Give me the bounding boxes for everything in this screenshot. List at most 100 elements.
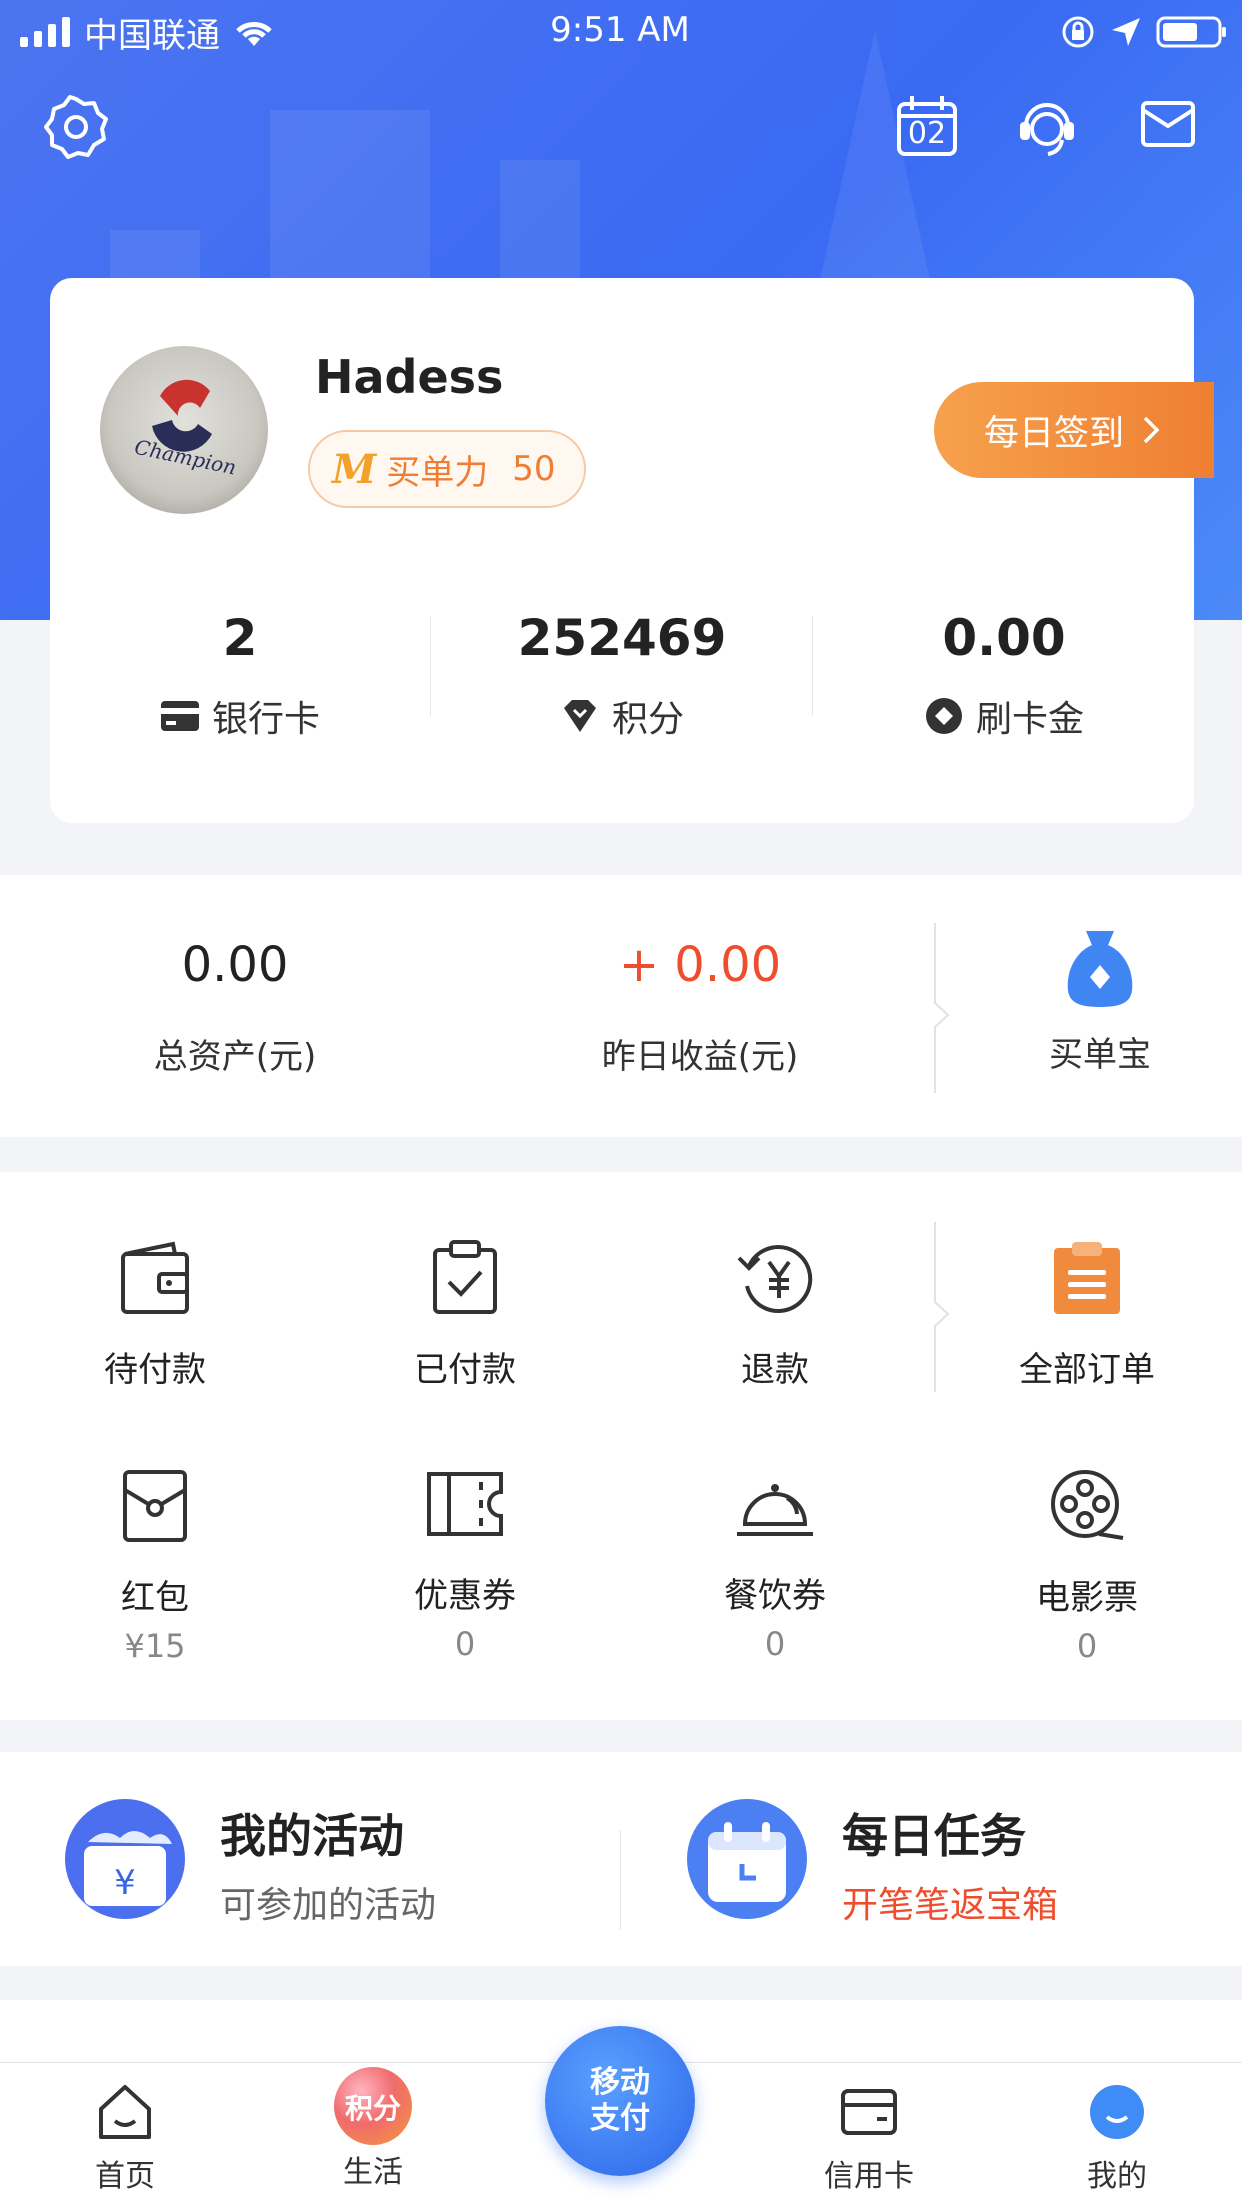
- grid-label: 红包: [121, 1578, 189, 1618]
- coupons[interactable]: 优惠券 0: [310, 1468, 620, 1663]
- grid-sub: 0: [764, 1625, 786, 1663]
- tab-life[interactable]: 积分 生活: [288, 2067, 458, 2191]
- movie-tickets[interactable]: 电影票 0: [932, 1468, 1242, 1665]
- gift-box-icon: ¥: [65, 1799, 185, 1919]
- my-activities[interactable]: ¥ 我的活动 可参加的活动: [64, 1798, 436, 1926]
- wallet-label: 买单宝: [1049, 1035, 1151, 1075]
- yesterday-earnings[interactable]: + 0.00 昨日收益(元): [525, 937, 875, 1078]
- vip-m-icon: M: [332, 445, 377, 493]
- daily-tasks-subtitle: 开笔笔返宝箱: [842, 1885, 1059, 1926]
- home-icon: [99, 2085, 151, 2139]
- skyline-decoration: [270, 110, 430, 300]
- stat-value: 2: [222, 609, 258, 667]
- vip-badge[interactable]: M 买单力 50: [308, 430, 586, 508]
- coin-icon: [925, 698, 962, 734]
- stat-value: 252469: [517, 609, 727, 667]
- clipboard-check-icon: [433, 1240, 497, 1314]
- battery-icon: [1156, 16, 1226, 48]
- vip-value: 50: [512, 449, 556, 489]
- checkin-label: 每日签到: [984, 413, 1125, 454]
- settings-icon[interactable]: [44, 95, 108, 159]
- dining-icon: [737, 1484, 813, 1536]
- assets-section: 0.00 总资产(元) + 0.00 昨日收益(元) 买单宝: [0, 875, 1242, 1137]
- order-label: 退款: [741, 1350, 809, 1390]
- order-refund[interactable]: 退款: [620, 1240, 930, 1391]
- daily-tasks-text: 每日任务 开笔笔返宝箱: [842, 1800, 1142, 1928]
- points-icon: 积分: [328, 2061, 418, 2145]
- tab-credit-card[interactable]: 信用卡: [784, 2083, 954, 2195]
- carrier-name: 中国联通: [84, 15, 220, 56]
- task-calendar-icon: [687, 1799, 807, 1919]
- wallet-icon: [121, 1241, 189, 1314]
- credit-card-icon: [841, 2089, 897, 2135]
- stat-points[interactable]: 252469 积分: [432, 608, 812, 742]
- orders-section: 待付款 已付款 退款 全部订单 红包 ¥15 优惠券 0 餐饮券 0 电影票 0: [0, 1172, 1242, 1720]
- tab-label: 信用卡: [824, 2159, 914, 2194]
- my-activities-title: 我的活动: [220, 1809, 404, 1863]
- order-all[interactable]: 全部订单: [932, 1240, 1242, 1391]
- daily-checkin-button[interactable]: 每日签到: [934, 382, 1214, 478]
- red-envelope[interactable]: 红包 ¥15: [0, 1468, 310, 1665]
- grid-sub: ¥15: [124, 1627, 186, 1665]
- mobile-pay-button[interactable]: 移动 支付: [545, 2026, 695, 2176]
- dining-vouchers[interactable]: 餐饮券 0: [620, 1468, 930, 1663]
- calendar-icon[interactable]: 02: [896, 94, 958, 158]
- total-assets-label: 总资产(元): [153, 1037, 317, 1077]
- stat-card-bonus[interactable]: 0.00 刷卡金: [814, 608, 1194, 742]
- avatar[interactable]: Champion: [100, 346, 268, 514]
- activities-section: ¥ 我的活动 可参加的活动 每日任务 开笔笔返宝箱: [0, 1752, 1242, 1966]
- stat-value: 0.00: [942, 609, 1066, 667]
- stat-label: 银行卡: [211, 699, 320, 740]
- divider: [430, 616, 431, 716]
- grid-sub: 0: [454, 1625, 476, 1663]
- money-bag-icon: [1067, 931, 1133, 1007]
- daily-tasks[interactable]: 每日任务 开笔笔返宝箱: [686, 1798, 1058, 1926]
- yesterday-earnings-value: + 0.00: [618, 937, 782, 993]
- grid-label: 电影票: [1036, 1578, 1138, 1618]
- customer-service-icon[interactable]: [1016, 96, 1078, 158]
- stat-label: 积分: [611, 699, 684, 740]
- vip-label: 买单力: [386, 452, 489, 493]
- svg-text:¥: ¥: [114, 1863, 136, 1903]
- order-pending-payment[interactable]: 待付款: [0, 1240, 310, 1391]
- my-activities-text: 我的活动 可参加的活动: [220, 1800, 520, 1928]
- tab-label: 首页: [95, 2159, 155, 2194]
- order-label: 已付款: [414, 1350, 516, 1390]
- stat-label-row: 积分: [432, 690, 812, 742]
- avatar-logo-icon: Champion: [132, 379, 238, 480]
- stat-bank-cards[interactable]: 2 银行卡: [50, 608, 430, 742]
- orders-icon: [1054, 1242, 1120, 1314]
- stat-label-row: 刷卡金: [814, 690, 1194, 742]
- wallet-button[interactable]: 买单宝: [1000, 927, 1200, 1076]
- tab-home[interactable]: 首页: [40, 2083, 210, 2195]
- status-time: 9:51 AM: [550, 10, 690, 50]
- divider: [620, 1830, 621, 1930]
- stat-label-row: 银行卡: [50, 690, 430, 742]
- red-envelope-icon: [123, 1470, 187, 1542]
- chevron-right-icon: [1143, 416, 1160, 444]
- film-reel-icon: [1051, 1470, 1124, 1540]
- profile-icon: [1090, 2085, 1144, 2139]
- divider: [812, 616, 813, 716]
- coupon-icon: [427, 1472, 503, 1536]
- refund-icon: [737, 1245, 813, 1313]
- diamond-icon: [563, 700, 596, 732]
- my-activities-subtitle: 可参加的活动: [220, 1885, 437, 1926]
- location-arrow-icon: [1112, 18, 1140, 46]
- grid-sub: 0: [1076, 1627, 1098, 1665]
- bank-card-icon: [160, 701, 199, 731]
- order-paid[interactable]: 已付款: [310, 1240, 620, 1391]
- total-assets[interactable]: 0.00 总资产(元): [60, 937, 410, 1078]
- yesterday-earnings-label: 昨日收益(元): [601, 1037, 799, 1077]
- status-bar-left: 中国联通: [20, 12, 276, 56]
- mail-icon[interactable]: [1140, 100, 1196, 148]
- rotation-lock-icon: [1062, 16, 1094, 48]
- order-label: 全部订单: [1019, 1350, 1155, 1390]
- stat-label: 刷卡金: [975, 699, 1084, 740]
- grid-label: 优惠券: [414, 1576, 516, 1616]
- section-divider-arrow: [934, 923, 950, 1093]
- tab-mine[interactable]: 我的: [1032, 2083, 1202, 2195]
- pay-label-line2: 支付: [590, 2101, 650, 2136]
- tab-label: 生活: [343, 2155, 403, 2190]
- order-label: 待付款: [104, 1350, 206, 1390]
